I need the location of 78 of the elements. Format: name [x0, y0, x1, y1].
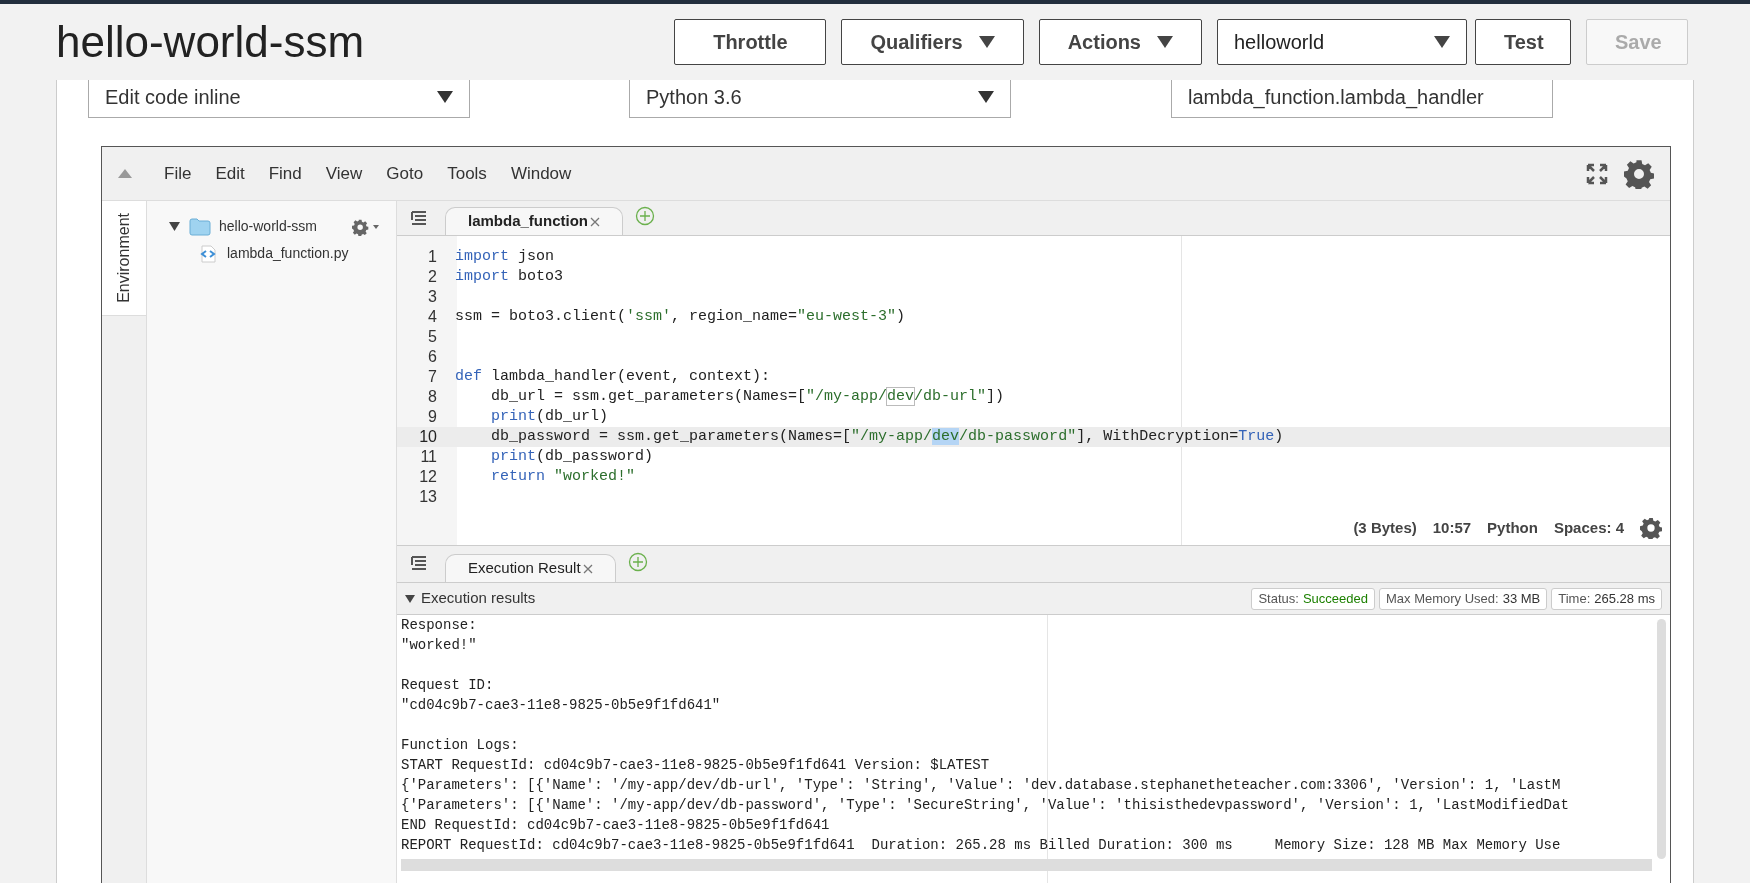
menu-item[interactable]: View	[313, 160, 375, 187]
close-icon[interactable]	[582, 563, 593, 574]
output-line: Response:	[401, 616, 477, 635]
menu-item[interactable]: File	[152, 160, 204, 187]
menu-item[interactable]: Edit	[203, 160, 257, 187]
status-text: Python	[1487, 517, 1538, 538]
output-line: REPORT RequestId: cd04c9b7-cae3-11e8-9825-0b5e9f1fd641 Duration: 265.28 ms Billed Duration: 300 ms Memory Size: 128 MB Max Memory Use	[401, 836, 1561, 855]
code-line: db_password = ssm.get_parameters(Names=["/my-app/dev/db-password"], WithDecryption=True)	[490, 426, 1284, 447]
expand-icon[interactable]	[169, 222, 180, 231]
code-line: ssm = boto3.client('ssm', region_name="eu-west-3")	[455, 306, 906, 327]
line-number: 1	[427, 247, 437, 267]
code-line: print(db_password)	[490, 446, 654, 467]
dropdown-button[interactable]: Actions	[1038, 19, 1202, 65]
line-number: 8	[427, 387, 437, 407]
toolbar-button[interactable]: Throttle	[674, 19, 827, 65]
line-number: 3	[427, 287, 437, 307]
scrollbar[interactable]	[401, 859, 1652, 871]
caret-icon	[978, 90, 994, 103]
menu-item[interactable]: Goto	[374, 160, 436, 187]
code-line: db_url = ssm.get_parameters(Names=["/my-app/dev/db-url"])	[490, 386, 1005, 407]
status-badge: Max Memory Used: 33 MB	[1379, 587, 1548, 610]
code-line: def lambda_handler(event, context):	[455, 366, 771, 387]
status-text: 10:57	[1432, 517, 1472, 538]
output-line: "cd04c9b7-cae3-11e8-9825-0b5e9f1fd641"	[401, 696, 721, 715]
menu-item[interactable]: Find	[256, 160, 314, 187]
close-icon[interactable]	[590, 216, 600, 227]
status-text: Spaces: 4	[1553, 517, 1624, 538]
output-line: "worked!"	[401, 636, 477, 655]
output-line: END RequestId: cd04c9b7-cae3-11e8-9825-0b5e9f1fd641	[401, 816, 830, 835]
status-badge: Status: Succeeded	[1251, 587, 1375, 610]
caret-icon	[978, 36, 995, 48]
line-number: 7	[427, 367, 437, 387]
folder-icon	[189, 217, 211, 236]
line-number: 4	[427, 307, 437, 327]
output-line: {'Parameters': [{'Name': '/my-app/dev/db-password', 'Type': 'SecureString', 'Value': 'thisisthedevpassword', 'Version': 1, 'LastModifiedDat	[401, 796, 1569, 815]
settings-icon[interactable]	[352, 217, 380, 236]
code-line: import boto3	[455, 266, 564, 287]
alias-select[interactable]: helloworld	[1217, 19, 1467, 65]
line-number: 13	[418, 487, 437, 507]
output-line: START RequestId: cd04c9b7-cae3-11e8-9825-0b5e9f1fd641 Version: $LATEST	[401, 756, 990, 775]
runtime-select[interactable]: Python 3.6	[629, 80, 1011, 118]
fullscreen-icon[interactable]	[1586, 162, 1608, 185]
code-line: print(db_url)	[490, 406, 609, 427]
code-entry-select[interactable]: Edit code inline	[88, 80, 470, 118]
line-number: 5	[427, 327, 437, 347]
editor-tab[interactable]: Execution Result	[445, 554, 616, 582]
line-number: 2	[427, 267, 437, 287]
line-number: 9	[427, 407, 437, 427]
line-number: 6	[427, 347, 437, 367]
results-toggle[interactable]: Execution results	[405, 587, 1252, 610]
menu-item[interactable]: Tools	[435, 160, 499, 187]
caret-icon	[1434, 36, 1450, 48]
scrollbar[interactable]	[1657, 619, 1666, 859]
output-line: Request ID:	[401, 676, 494, 695]
tab-menu-icon[interactable]	[411, 556, 427, 570]
settings-icon[interactable]	[1640, 516, 1662, 539]
caret-icon	[437, 90, 453, 103]
code-line: return "worked!"	[490, 466, 636, 487]
handler-input[interactable]: lambda_function.lambda_handler	[1171, 80, 1553, 118]
output-line: {'Parameters': [{'Name': '/my-app/dev/db-url', 'Type': 'String', 'Value': 'dev.database.stephanetheteacher.com:3306', 'Version': 1, 'LastM	[401, 776, 1561, 795]
toolbar-button[interactable]: Test	[1475, 19, 1571, 65]
editor-tab[interactable]: lambda_function	[445, 207, 623, 235]
line-number: 11	[419, 447, 437, 467]
file-icon	[199, 244, 217, 263]
code-line: import json	[455, 246, 555, 267]
menu-item[interactable]: Window	[498, 160, 584, 187]
caret-icon	[1157, 36, 1173, 48]
tab-menu-icon[interactable]	[411, 211, 427, 225]
tree-file[interactable]: lambda_function.py	[227, 243, 349, 264]
output-line: Function Logs:	[401, 736, 519, 755]
status-badge: Time: 265.28 ms	[1551, 587, 1662, 610]
dropdown-button[interactable]: Qualifiers	[841, 19, 1024, 65]
line-number: 12	[418, 467, 437, 487]
status-text: (3 Bytes)	[1353, 517, 1417, 538]
page-title: hello-world-ssm	[56, 16, 366, 68]
settings-icon[interactable]	[1624, 158, 1654, 189]
folder-item[interactable]: hello-world-ssm	[219, 216, 352, 237]
line-number: 10	[418, 427, 437, 447]
